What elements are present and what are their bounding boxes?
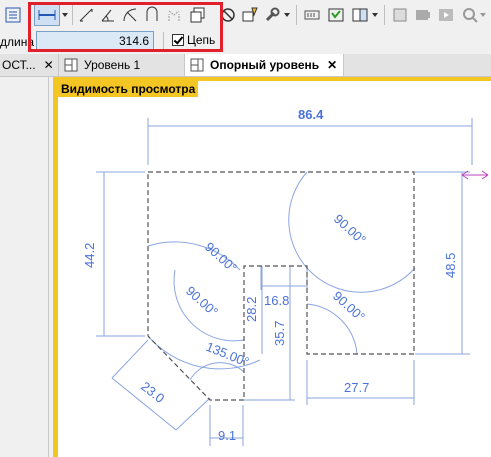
extension-line	[175, 397, 211, 431]
drag-handle-icon[interactable]	[461, 170, 489, 180]
dim-angle-5[interactable]: 135.00°	[204, 339, 251, 370]
dim-width-small[interactable]: 16.8	[264, 293, 289, 308]
dim-right[interactable]: 48.5	[443, 253, 458, 278]
dim-top[interactable]: 86.4	[298, 107, 324, 122]
dim-angle-1[interactable]: 90.00°	[331, 211, 369, 247]
drawing-canvas[interactable]: 86.4 44.2 48.5 16.8 28.2 35.7 27.7 23.0 …	[0, 0, 491, 457]
extension-line	[111, 339, 149, 379]
dim-angle-3[interactable]: 90.00°	[183, 283, 221, 319]
dim-bottom-right[interactable]: 27.7	[344, 380, 369, 395]
dim-height-b[interactable]: 35.7	[272, 321, 287, 346]
dim-bottom-small[interactable]: 9.1	[218, 428, 236, 443]
dim-angle-4[interactable]: 90.00°	[330, 288, 368, 324]
dim-angle-2[interactable]: 90.00°	[202, 239, 240, 275]
dim-height-a[interactable]: 28.2	[244, 297, 259, 322]
dim-diagonal[interactable]: 23.0	[138, 379, 167, 406]
dim-left[interactable]: 44.2	[82, 243, 97, 268]
